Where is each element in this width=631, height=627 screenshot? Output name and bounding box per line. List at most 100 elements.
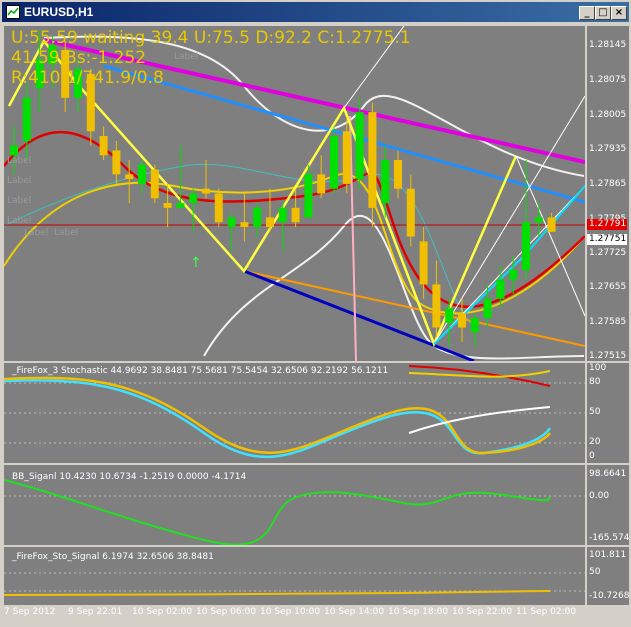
sto-signal-axis: 101.811 50 -10.7268 — [587, 547, 629, 605]
candle-body — [394, 160, 402, 189]
candle-body — [496, 279, 505, 299]
candle-body — [22, 97, 31, 141]
price-tick: 1.27725 — [589, 248, 627, 258]
candle-body — [483, 298, 492, 318]
candle-body — [227, 217, 236, 227]
window-title: EURUSD,H1 — [24, 5, 94, 19]
price-tick: 1.27585 — [589, 317, 627, 327]
ghost-label: Label — [24, 228, 49, 238]
bb-signal-label: BB_Siganl 10.4230 10.6734 -1.2519 0.0000… — [12, 472, 247, 482]
ghost-label: Label — [7, 156, 32, 166]
mid-band-line — [4, 163, 475, 327]
ghost-label: Label — [54, 228, 79, 238]
buy-arrow-icon: ↑ — [190, 255, 202, 271]
price-tick: 1.27515 — [589, 351, 627, 361]
ghost-label: Label — [174, 52, 199, 62]
price-tick: 1.28005 — [589, 110, 627, 120]
bb-signal-line — [4, 479, 551, 545]
time-tick: 10 Sep 06:00 — [196, 607, 257, 617]
candle-body — [99, 136, 108, 156]
time-tick: 10 Sep 22:00 — [452, 607, 513, 617]
candle-body — [189, 193, 198, 204]
price-tag-red: 1.27791 — [587, 219, 627, 230]
maximize-icon: □ — [598, 7, 608, 18]
candle-body — [381, 160, 390, 204]
minimize-icon: _ — [584, 7, 590, 18]
candle-body — [509, 270, 518, 280]
axis-tick: -165.574 — [589, 533, 630, 543]
time-tick: 7 Sep 2012 — [4, 607, 56, 617]
axis-tick: 50 — [589, 567, 601, 577]
axis-tick: 50 — [589, 407, 601, 417]
price-axis: 1.28145 1.28075 1.28005 1.27935 1.27865 … — [587, 26, 629, 361]
time-tick: 10 Sep 10:00 — [260, 607, 321, 617]
candle-body — [253, 207, 262, 227]
candle-body — [432, 284, 441, 328]
candle-body — [355, 112, 364, 180]
sto-signal-label: _FireFox_Sto_Signal 6.1974 32.6506 38.84… — [12, 552, 214, 562]
candle-body — [176, 203, 185, 208]
candle-body — [534, 217, 543, 223]
candle-body — [317, 174, 326, 194]
time-tick: 10 Sep 18:00 — [388, 607, 449, 617]
hud-line-1: U:55.59 waiting 39.4 U:75.5 D:92.2 C:1.2… — [11, 28, 411, 48]
candle-body — [291, 207, 300, 223]
chart-window-icon — [6, 5, 20, 19]
sto-signal-panel[interactable]: _FireFox_Sto_Signal 6.1974 32.6506 38.84… — [4, 547, 585, 605]
main-price-chart[interactable]: ↑ U:55.59 waiting 39.4 U:75.5 D:92.2 C:1… — [4, 26, 585, 361]
price-tick: 1.27935 — [589, 144, 627, 154]
candle-body — [470, 317, 479, 333]
axis-tick: 0 — [589, 451, 595, 461]
stochastic-label: _FireFox_3 Stochastic 44.9692 38.8481 75… — [12, 366, 389, 376]
axis-tick: 101.811 — [589, 550, 627, 560]
minimize-button[interactable]: _ — [579, 6, 595, 20]
close-button[interactable]: × — [611, 6, 627, 20]
axis-tick: 98.6641 — [589, 469, 627, 479]
price-tick: 1.27865 — [589, 179, 627, 189]
candle-body — [406, 188, 415, 237]
price-tick: 1.27655 — [589, 282, 627, 292]
candle-body — [163, 203, 172, 208]
candle-body — [445, 308, 454, 323]
time-tick: 11 Sep 02:00 — [516, 607, 577, 617]
fan-line-2 — [433, 185, 585, 345]
candle-body — [458, 313, 466, 328]
stochastic-panel[interactable]: _FireFox_3 Stochastic 44.9692 38.8481 75… — [4, 363, 585, 463]
candle-body — [138, 164, 146, 184]
bb-signal-axis: 98.6641 0.00 -165.574 — [587, 465, 629, 545]
time-tick: 9 Sep 22:01 — [68, 607, 123, 617]
time-tick: 10 Sep 14:00 — [324, 607, 385, 617]
candle-body — [278, 207, 287, 223]
title-bar[interactable]: EURUSD,H1 _ □ × — [2, 2, 629, 22]
bb-signal-panel[interactable]: BB_Siganl 10.4230 10.6734 -1.2519 0.0000… — [4, 465, 585, 545]
pink-line — [349, 115, 357, 361]
candle-body — [522, 222, 530, 271]
sto-signal-line — [4, 590, 551, 596]
candle-body — [304, 174, 313, 218]
candle-body — [266, 217, 274, 227]
hud-line-2: 41.59 Bs:-1.252 — [11, 48, 147, 68]
time-tick: 10 Sep 02:00 — [132, 607, 193, 617]
terminal-window: EURUSD,H1 _ □ × ↑ U:55.59 waiting 39.4 U… — [0, 0, 631, 627]
orange-trend-line — [243, 270, 585, 347]
axis-tick: 80 — [589, 377, 601, 387]
stoch-signal-line — [4, 376, 551, 455]
ghost-label: Label — [7, 196, 32, 206]
price-tick: 1.28075 — [589, 75, 627, 85]
candle-body — [368, 112, 377, 208]
axis-tick: 20 — [589, 437, 601, 447]
stochastic-svg — [4, 365, 585, 459]
candle-body — [419, 241, 428, 285]
candle-body — [125, 174, 134, 180]
ghost-label: Label — [7, 176, 32, 186]
candle-body — [330, 136, 338, 189]
hud-line-3: R:410.1/741.9/0.8 — [11, 68, 164, 88]
candle-body — [150, 169, 159, 199]
axis-tick: 100 — [589, 363, 607, 373]
candle-body — [547, 217, 556, 232]
axis-tick: -10.7268 — [589, 591, 630, 601]
price-tick: 1.28145 — [589, 40, 627, 50]
ghost-labels: Label Label Label Label — [7, 151, 31, 231]
close-icon: × — [614, 7, 624, 18]
maximize-button[interactable]: □ — [595, 6, 611, 20]
